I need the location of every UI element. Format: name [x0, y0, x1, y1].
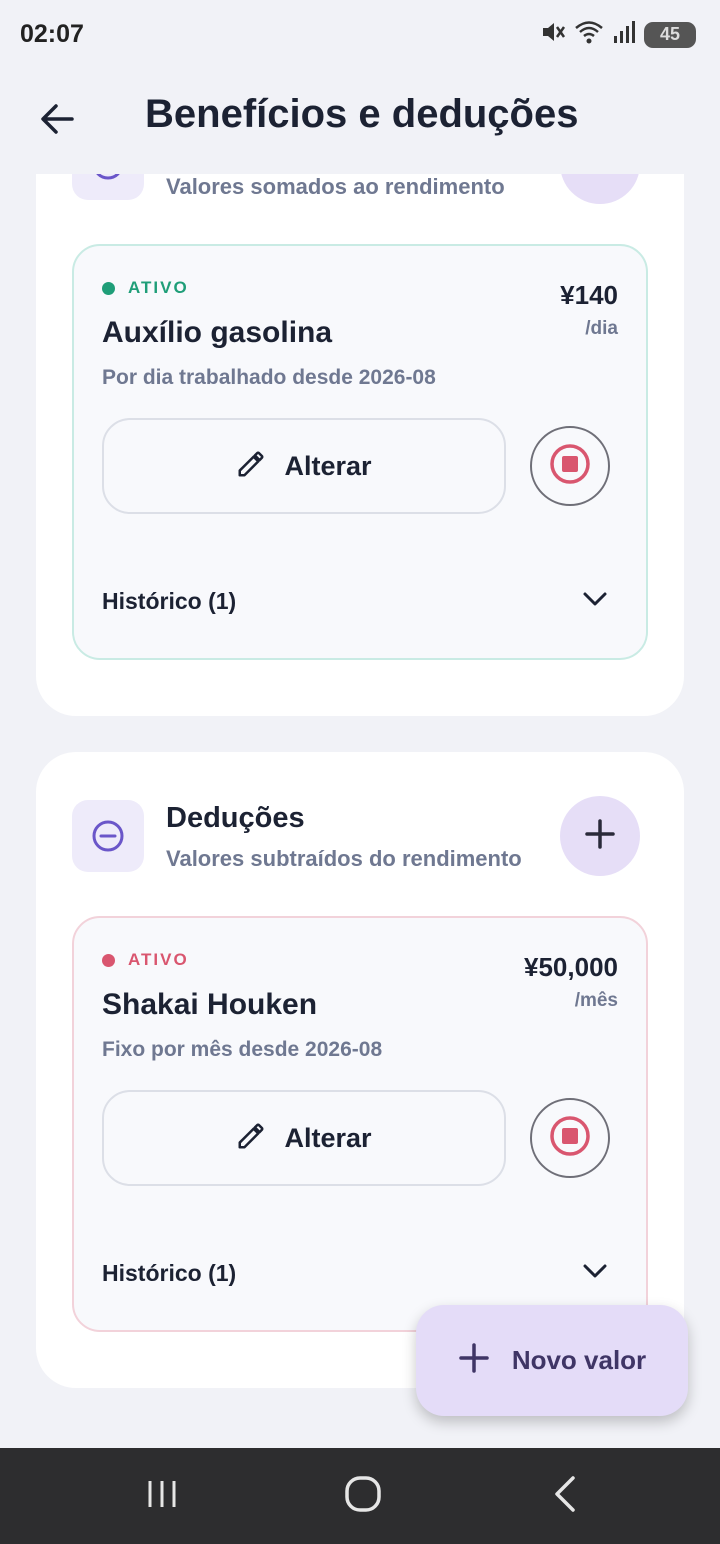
- status-dot: [102, 281, 115, 295]
- history-label: Histórico (1): [102, 1260, 237, 1286]
- stop-icon: [549, 1115, 591, 1162]
- stop-button[interactable]: [530, 426, 610, 506]
- back-arrow-icon: [38, 100, 76, 143]
- scroll-content: Valores somados ao rendimento ATIVO ¥140…: [0, 0, 720, 1448]
- page-title: Benefícios e deduções: [145, 92, 579, 136]
- benefit-card: ATIVO ¥140 /dia Auxílio gasolina Por dia…: [72, 244, 648, 660]
- fab-label: Novo valor: [511, 1345, 647, 1375]
- edit-button[interactable]: Alterar: [102, 1090, 506, 1186]
- status-label: ATIVO: [128, 950, 189, 969]
- add-deduction-button[interactable]: [560, 796, 640, 876]
- pencil-icon: [236, 449, 266, 484]
- deductions-section: Deduções Valores subtraídos do rendiment…: [36, 752, 684, 1388]
- chevron-down-icon: [580, 1256, 610, 1291]
- plus-icon: [458, 1342, 490, 1379]
- back-button[interactable]: [30, 94, 84, 148]
- status-bar: 02:07 45: [0, 0, 720, 70]
- battery-level: 45: [659, 24, 681, 44]
- home-icon: [344, 1475, 382, 1518]
- home-button[interactable]: [303, 1448, 423, 1544]
- deduction-card: ATIVO ¥50,000 /mês Shakai Houken Fixo po…: [72, 916, 648, 1332]
- chevron-down-icon: [580, 584, 610, 619]
- item-description: Por dia trabalhado desde 2026-08: [102, 366, 436, 389]
- recents-icon: [145, 1477, 179, 1516]
- app-header: Benefícios e deduções: [0, 70, 720, 174]
- minus-circle-icon: [72, 800, 144, 872]
- status-badge: ATIVO: [102, 950, 189, 970]
- status-icons: 45: [540, 19, 696, 50]
- plus-icon: [583, 817, 617, 856]
- deductions-subtitle: Valores subtraídos do rendimento: [166, 846, 522, 871]
- edit-label: Alterar: [284, 450, 372, 481]
- item-name: Auxílio gasolina: [102, 316, 333, 349]
- signal-icon: [612, 19, 636, 50]
- status-time: 02:07: [20, 20, 84, 48]
- stop-button[interactable]: [530, 1098, 610, 1178]
- nav-back-icon: [551, 1475, 579, 1518]
- mute-icon: [540, 19, 566, 50]
- battery-indicator: 45: [644, 21, 696, 48]
- benefits-subtitle: Valores somados ao rendimento: [166, 174, 505, 199]
- new-value-fab[interactable]: Novo valor: [416, 1305, 688, 1416]
- stop-icon: [549, 443, 591, 490]
- deductions-title: Deduções: [166, 802, 305, 834]
- system-nav-bar: [0, 1448, 720, 1544]
- amount: ¥140: [560, 280, 618, 310]
- status-badge: ATIVO: [102, 278, 189, 298]
- recents-button[interactable]: [102, 1448, 222, 1544]
- history-toggle[interactable]: Histórico (1): [102, 1256, 610, 1291]
- status-label: ATIVO: [128, 278, 189, 297]
- wifi-icon: [574, 19, 604, 50]
- item-name: Shakai Houken: [102, 988, 318, 1021]
- edit-button[interactable]: Alterar: [102, 418, 506, 514]
- status-dot: [102, 953, 115, 967]
- history-toggle[interactable]: Histórico (1): [102, 584, 610, 619]
- edit-label: Alterar: [284, 1122, 372, 1153]
- item-description: Fixo por mês desde 2026-08: [102, 1038, 383, 1061]
- history-label: Histórico (1): [102, 588, 237, 614]
- pencil-icon: [236, 1121, 266, 1156]
- amount: ¥50,000: [524, 952, 618, 982]
- amount-unit: /mês: [574, 990, 618, 1011]
- nav-back-button[interactable]: [505, 1448, 625, 1544]
- amount-unit: /dia: [585, 318, 618, 339]
